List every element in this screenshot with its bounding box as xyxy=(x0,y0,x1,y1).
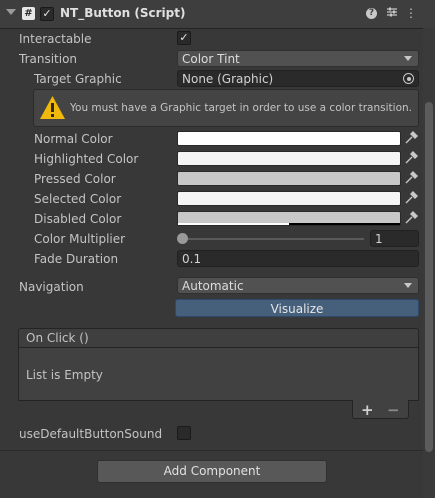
color-multiplier-slider-track[interactable] xyxy=(181,238,364,240)
on-click-list: List is Empty xyxy=(18,347,419,401)
alpha-bar-filled xyxy=(178,223,289,225)
component-title: NT_Button (Script) xyxy=(60,6,186,20)
component-enabled-checkbox[interactable]: ✓ xyxy=(40,7,54,21)
navigation-value: Automatic xyxy=(182,279,244,293)
use-default-sound-label: useDefaultButtonSound xyxy=(19,427,163,441)
context-menu-icon[interactable]: ⋮ xyxy=(404,6,418,20)
disabled-color-field[interactable] xyxy=(177,211,401,226)
use-default-sound-checkbox[interactable] xyxy=(177,426,191,440)
disabled-color-label: Disabled Color xyxy=(34,212,122,226)
color-multiplier-slider-knob[interactable] xyxy=(177,233,188,244)
interactable-label: Interactable xyxy=(19,32,92,46)
highlighted-color-field[interactable] xyxy=(177,151,401,166)
selected-color-label: Selected Color xyxy=(34,192,122,206)
transition-value: Color Tint xyxy=(182,52,240,66)
add-component-button[interactable]: Add Component xyxy=(97,460,327,483)
on-click-header: On Click () xyxy=(18,328,419,347)
fade-duration-label: Fade Duration xyxy=(34,252,119,266)
highlighted-color-label: Highlighted Color xyxy=(34,152,139,166)
collapse-arrow-icon[interactable] xyxy=(6,9,16,15)
color-multiplier-label: Color Multiplier xyxy=(34,232,126,246)
list-empty-text: List is Empty xyxy=(26,368,103,382)
eyedropper-icon[interactable] xyxy=(404,131,418,145)
remove-event-button[interactable]: − xyxy=(387,401,400,419)
target-graphic-value: None (Graphic) xyxy=(182,72,274,86)
navigation-label: Navigation xyxy=(19,280,84,294)
alpha-bar-empty xyxy=(289,223,400,225)
normal-color-label: Normal Color xyxy=(34,132,113,146)
fade-duration-input[interactable]: 0.1 xyxy=(177,250,419,267)
scrollbar-thumb[interactable] xyxy=(425,102,433,452)
color-multiplier-input[interactable]: 1 xyxy=(370,230,419,247)
navigation-dropdown[interactable]: Automatic xyxy=(177,277,419,294)
normal-color-field[interactable] xyxy=(177,131,401,146)
warning-icon xyxy=(40,96,65,119)
divider xyxy=(0,450,435,451)
transition-dropdown[interactable]: Color Tint xyxy=(177,50,419,67)
target-graphic-label: Target Graphic xyxy=(34,72,122,86)
warning-box: You must have a Graphic target in order … xyxy=(33,89,419,127)
warning-text: You must have a Graphic target in order … xyxy=(70,102,412,114)
eyedropper-icon[interactable] xyxy=(404,171,418,185)
target-graphic-field[interactable]: None (Graphic) xyxy=(177,70,419,87)
eyedropper-icon[interactable] xyxy=(404,151,418,165)
visualize-button[interactable]: Visualize xyxy=(175,299,419,317)
pressed-color-field[interactable] xyxy=(177,171,401,186)
presets-icon[interactable] xyxy=(385,6,399,20)
chevron-down-icon xyxy=(404,283,412,288)
interactable-checkbox[interactable]: ✓ xyxy=(177,31,191,45)
on-click-title: On Click () xyxy=(26,331,89,345)
script-icon: # xyxy=(22,7,35,20)
help-icon[interactable]: ? xyxy=(366,8,377,19)
chevron-down-icon xyxy=(404,56,412,61)
component-header[interactable]: # ✓ NT_Button (Script) ? ⋮ xyxy=(0,0,435,29)
selected-color-field[interactable] xyxy=(177,191,401,206)
object-picker-icon[interactable] xyxy=(403,73,414,84)
pressed-color-label: Pressed Color xyxy=(34,172,116,186)
eyedropper-icon[interactable] xyxy=(404,211,418,225)
eyedropper-icon[interactable] xyxy=(404,191,418,205)
transition-label: Transition xyxy=(19,52,78,66)
add-event-button[interactable]: + xyxy=(361,401,374,419)
